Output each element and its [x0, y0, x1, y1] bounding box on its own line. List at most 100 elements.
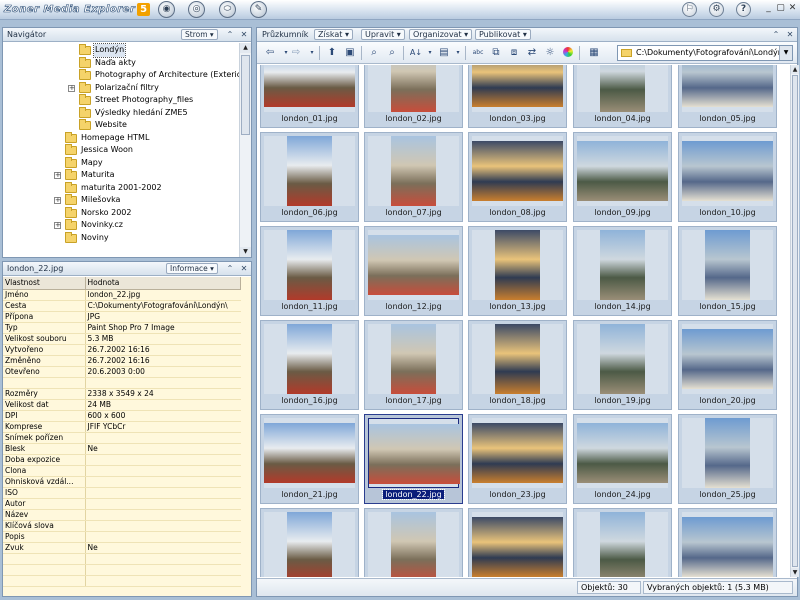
- thumbnail-item[interactable]: london_19.jpg: [573, 320, 672, 410]
- thumbnail-item[interactable]: london_21.jpg: [260, 414, 359, 504]
- collapse-up-icon[interactable]: ⌃: [771, 29, 781, 40]
- sort-dropdown-icon[interactable]: ▾: [423, 46, 437, 60]
- thumbnail-item[interactable]: london_20.jpg: [678, 320, 777, 410]
- thumbnail-item[interactable]: london_10.jpg: [678, 132, 777, 222]
- tree-item[interactable]: Noviny: [3, 231, 239, 245]
- tree-item[interactable]: + Maturita: [3, 169, 239, 182]
- thumbnail-item[interactable]: london_27.jpg: [364, 508, 463, 577]
- tab-edit[interactable]: Upravit ▾: [361, 29, 405, 40]
- expand-icon[interactable]: +: [54, 222, 61, 229]
- settings-icon[interactable]: ⚙: [709, 2, 724, 17]
- scroll-down-arrow[interactable]: ▼: [791, 568, 799, 577]
- thumbnail-item[interactable]: london_11.jpg: [260, 226, 359, 316]
- tree-item[interactable]: + Milešovka: [3, 194, 239, 207]
- thumbnail-item[interactable]: london_04.jpg: [573, 65, 672, 128]
- column-header-value[interactable]: Hodnota: [85, 277, 241, 290]
- expand-icon[interactable]: +: [54, 197, 61, 204]
- copy-to-icon[interactable]: ⧉: [489, 46, 503, 60]
- back-arrow-icon[interactable]: ⇦: [263, 46, 277, 60]
- expand-icon[interactable]: +: [68, 84, 75, 92]
- panel-close-icon[interactable]: ✕: [785, 29, 795, 40]
- tree-item[interactable]: Výsledky hledání ZME5: [3, 106, 239, 120]
- thumbnail-item[interactable]: london_12.jpg: [364, 226, 463, 316]
- tree-item[interactable]: Londýn: [3, 43, 239, 58]
- thumbnail-item[interactable]: london_26.jpg: [260, 508, 359, 577]
- collapse-up-icon[interactable]: ⌃: [225, 263, 235, 274]
- find-icon[interactable]: ⌕: [367, 46, 381, 60]
- thumbnail-item[interactable]: london_02.jpg: [364, 65, 463, 128]
- tree-item[interactable]: Mapy: [3, 156, 239, 170]
- thumbnail-item[interactable]: london_16.jpg: [260, 320, 359, 410]
- view-mode-icon[interactable]: ▤: [437, 46, 451, 60]
- chevron-down-icon[interactable]: ▼: [779, 46, 792, 60]
- move-to-icon[interactable]: ⧈: [507, 46, 521, 60]
- tree-item[interactable]: Jessica Woon: [3, 144, 239, 157]
- thumbnail-item[interactable]: london_29.jpg: [573, 508, 672, 577]
- help-topics-icon[interactable]: ⚐: [682, 2, 697, 17]
- organize-icon[interactable]: ⬭: [219, 1, 236, 18]
- folder-up-icon[interactable]: ⬆: [325, 46, 339, 60]
- slideshow-icon[interactable]: ▦: [587, 46, 601, 60]
- thumbnail-item[interactable]: london_08.jpg: [468, 132, 567, 222]
- minimize-button[interactable]: _: [763, 3, 774, 14]
- thumbnail-item[interactable]: london_17.jpg: [364, 320, 463, 410]
- panel-close-icon[interactable]: ✕: [239, 263, 249, 274]
- tree-item[interactable]: Photography of Architecture (Exterio: [3, 69, 239, 82]
- help-icon[interactable]: ?: [736, 2, 751, 17]
- tree-item[interactable]: Norsko 2002: [3, 206, 239, 220]
- panel-close-icon[interactable]: ✕: [239, 29, 249, 40]
- rename-icon[interactable]: abc: [471, 46, 485, 60]
- thumbnail-item[interactable]: london_07.jpg: [364, 132, 463, 222]
- scroll-thumb[interactable]: [241, 55, 250, 135]
- thumbnail-item[interactable]: london_05.jpg: [678, 65, 777, 128]
- thumbnail-item[interactable]: london_13.jpg: [468, 226, 567, 316]
- collapse-up-icon[interactable]: ⌃: [225, 29, 235, 40]
- scroll-thumb[interactable]: [792, 75, 798, 567]
- thumbnail-item[interactable]: london_18.jpg: [468, 320, 567, 410]
- tab-organize[interactable]: Organizovat ▾: [409, 29, 473, 40]
- tree-item[interactable]: + Polarizační filtry: [3, 81, 239, 95]
- thumbnail-item[interactable]: london_01.jpg: [260, 65, 359, 128]
- thumbnail-item[interactable]: london_25.jpg: [678, 414, 777, 504]
- convert-icon[interactable]: ⇄: [525, 46, 539, 60]
- new-folder-icon[interactable]: ▣: [343, 46, 357, 60]
- tree-scrollbar[interactable]: ▲ ▼: [239, 43, 251, 257]
- path-combobox[interactable]: C:\Dokumenty\Fotografování\Londýn ▼: [617, 45, 793, 61]
- thumbnail-item[interactable]: london_28.jpg: [468, 508, 567, 577]
- publish-icon[interactable]: ✎: [250, 1, 267, 18]
- brightness-icon[interactable]: ☼: [543, 46, 557, 60]
- tab-publish[interactable]: Publikovat ▾: [475, 29, 531, 40]
- thumbnail-item[interactable]: london_09.jpg: [573, 132, 672, 222]
- tree-item[interactable]: Street Photography_files: [3, 94, 239, 107]
- tree-item[interactable]: Naďa akty: [3, 56, 239, 70]
- tree-view-dropdown[interactable]: Strom ▾: [181, 29, 218, 40]
- thumbnail-item[interactable]: london_06.jpg: [260, 132, 359, 222]
- tree-item[interactable]: Website: [3, 119, 239, 132]
- tab-acquire[interactable]: Získat ▾: [314, 29, 353, 40]
- scroll-up-arrow[interactable]: ▲: [791, 65, 799, 74]
- forward-arrow-icon[interactable]: ⇨: [289, 46, 303, 60]
- edit-icon[interactable]: ◎: [188, 1, 205, 18]
- forward-dropdown-icon[interactable]: ▾: [305, 46, 319, 60]
- grid-scrollbar[interactable]: ▲ ▼: [790, 65, 799, 577]
- tree-item[interactable]: Homepage HTML: [3, 131, 239, 145]
- color-icon[interactable]: [561, 46, 575, 60]
- thumbnail-item[interactable]: london_03.jpg: [468, 65, 567, 128]
- thumbnail-item[interactable]: london_14.jpg: [573, 226, 672, 316]
- scroll-up-arrow[interactable]: ▲: [240, 43, 251, 53]
- info-view-dropdown[interactable]: Informace ▾: [166, 263, 218, 274]
- view-dropdown-icon[interactable]: ▾: [451, 46, 465, 60]
- expand-icon[interactable]: +: [54, 172, 61, 179]
- tree-item[interactable]: + Novinky.cz: [3, 219, 239, 232]
- find-similar-icon[interactable]: ⌕: [385, 46, 399, 60]
- thumbnail-item[interactable]: london_23.jpg: [468, 414, 567, 504]
- tab-explorer[interactable]: Průzkumník: [258, 29, 312, 40]
- tree-item[interactable]: maturita 2001-2002: [3, 181, 239, 195]
- thumbnail-item[interactable]: london_30.jpg: [678, 508, 777, 577]
- scroll-down-arrow[interactable]: ▼: [240, 247, 251, 257]
- close-button[interactable]: ✕: [787, 3, 798, 14]
- restore-button[interactable]: ▢: [775, 3, 786, 14]
- thumbnail-item[interactable]: london_22.jpg: [364, 414, 463, 504]
- thumbnail-item[interactable]: london_24.jpg: [573, 414, 672, 504]
- sort-icon[interactable]: A↓: [409, 46, 423, 60]
